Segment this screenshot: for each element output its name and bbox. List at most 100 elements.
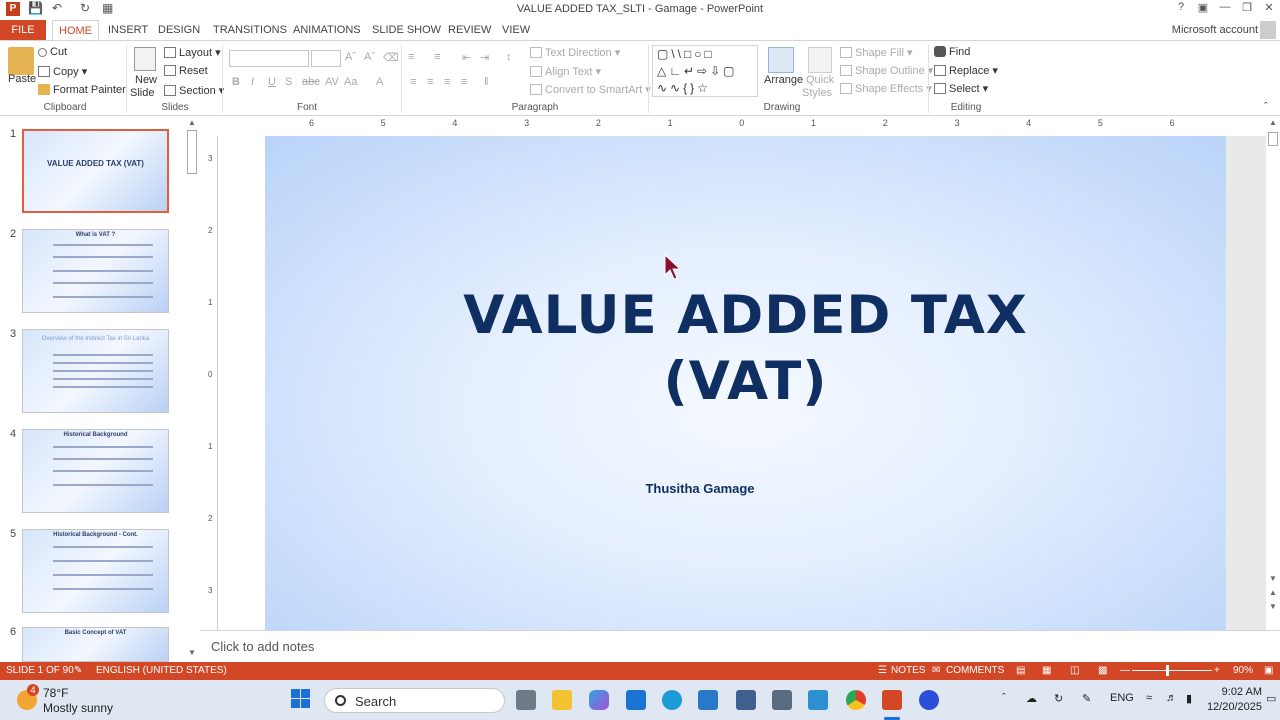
layout-button[interactable]: Layout ▾ xyxy=(164,46,221,59)
line-spacing-icon[interactable]: ↕ xyxy=(506,51,512,63)
tab-view[interactable]: VIEW xyxy=(496,20,536,40)
shape-effects-button[interactable]: Shape Effects ▾ xyxy=(840,82,932,95)
scroll-down-icon[interactable]: ▼ xyxy=(1269,574,1277,583)
justify-icon[interactable]: ≡ xyxy=(461,76,467,88)
weather-description[interactable]: Mostly sunny xyxy=(43,701,113,715)
next-slide-icon[interactable]: ▼ xyxy=(1269,602,1277,611)
columns-icon[interactable]: ‖ xyxy=(484,76,489,88)
slide-thumbnail-4[interactable]: Historical Background xyxy=(22,429,169,513)
format-painter-button[interactable]: Format Painter xyxy=(38,84,126,96)
quick-styles-button[interactable]: Quick xyxy=(806,74,834,86)
zoom-out-icon[interactable]: — xyxy=(1120,665,1130,676)
slide-thumbnail-2[interactable]: What is VAT ? xyxy=(22,229,169,313)
sync-icon[interactable]: ↻ xyxy=(1054,692,1063,705)
reset-button[interactable]: Reset xyxy=(164,65,208,77)
paste-button[interactable]: Paste xyxy=(8,73,36,85)
font-name-input[interactable] xyxy=(229,50,309,67)
shapes-gallery[interactable]: ▢\\□○□ △∟↵⇨⇩▢ ∿∿{}☆ xyxy=(652,45,758,97)
ribbon-display-options-icon[interactable]: ▣ xyxy=(1192,1,1214,14)
shape-fill-button[interactable]: Shape Fill ▾ xyxy=(840,46,913,59)
tab-slide-show[interactable]: SLIDE SHOW xyxy=(366,20,447,40)
find-button[interactable]: Find xyxy=(934,46,970,58)
numbering-icon[interactable]: ≡ xyxy=(434,51,440,63)
start-icon[interactable] xyxy=(291,689,311,709)
tab-transitions[interactable]: TRANSITIONS xyxy=(207,20,293,40)
weather-temperature[interactable]: 78°F xyxy=(43,686,68,700)
notes-pane[interactable]: Click to add notes xyxy=(200,630,1280,662)
chrome-icon[interactable] xyxy=(846,690,866,710)
language-indicator[interactable]: ENG xyxy=(1110,692,1134,704)
copilot-icon[interactable] xyxy=(589,690,609,710)
align-center-icon[interactable]: ≡ xyxy=(427,76,433,88)
section-button[interactable]: Section ▾ xyxy=(164,84,224,97)
fit-to-window-icon[interactable]: ▣ xyxy=(1264,665,1273,676)
quick-styles-label[interactable]: Styles xyxy=(802,87,832,99)
cut-button[interactable]: Cut xyxy=(38,46,67,58)
bullets-icon[interactable]: ≡ xyxy=(408,51,414,63)
clock[interactable]: 9:02 AM 12/20/2025 xyxy=(1207,685,1262,715)
edge-icon[interactable] xyxy=(662,690,682,710)
font-grow-icon[interactable]: Aˆ xyxy=(345,51,356,63)
slide-thumbnail-6[interactable]: Basic Concept of VAT xyxy=(22,627,169,662)
file-explorer-icon[interactable] xyxy=(552,690,572,710)
notes-icon[interactable]: ☰ xyxy=(878,665,887,676)
avatar[interactable] xyxy=(1260,21,1276,39)
character-spacing-icon[interactable]: AV xyxy=(325,76,339,88)
restore-button[interactable]: ❐ xyxy=(1236,1,1258,14)
clear-formatting-icon[interactable]: ⌫ xyxy=(383,51,399,64)
select-button[interactable]: Select ▾ xyxy=(934,82,988,95)
tab-review[interactable]: REVIEW xyxy=(442,20,497,40)
paste-icon[interactable] xyxy=(8,47,34,75)
tab-animations[interactable]: ANIMATIONS xyxy=(287,20,367,40)
wifi-icon[interactable]: ≈ xyxy=(1146,692,1152,704)
align-right-icon[interactable]: ≡ xyxy=(444,76,450,88)
volume-icon[interactable]: ♬ xyxy=(1166,692,1177,704)
arrange-icon[interactable] xyxy=(768,47,794,73)
italic-icon[interactable]: I xyxy=(251,76,254,88)
show-hidden-icons-icon[interactable]: ˆ xyxy=(1002,692,1006,704)
slide-show-icon[interactable]: ▩ xyxy=(1098,665,1107,676)
taskbar-search[interactable]: Search xyxy=(324,688,505,713)
powerpoint-taskbar-icon[interactable] xyxy=(882,690,902,710)
slide-author[interactable]: Thusitha Gamage xyxy=(265,481,1135,496)
scroll-thumb[interactable] xyxy=(187,130,197,174)
scroll-up-icon[interactable]: ▲ xyxy=(188,118,196,127)
shape-outline-button[interactable]: Shape Outline ▾ xyxy=(840,64,933,77)
spell-check-icon[interactable]: ✎ xyxy=(74,665,82,676)
copy-button[interactable]: Copy ▾ xyxy=(38,65,87,78)
scroll-thumb[interactable] xyxy=(1268,132,1278,146)
align-left-icon[interactable]: ≡ xyxy=(410,76,416,88)
slide-scrollbar[interactable]: ▲ ▼ ▲ ▼ xyxy=(1266,116,1280,630)
arrange-button[interactable]: Arrange xyxy=(764,74,803,86)
new-slide-button[interactable]: New xyxy=(135,74,157,86)
slide-title[interactable]: VALUE ADDED TAX (VAT) xyxy=(265,283,1226,415)
zoom-in-icon[interactable]: + xyxy=(1214,665,1220,676)
help-button[interactable]: ? xyxy=(1170,1,1192,13)
minimize-button[interactable]: — xyxy=(1214,1,1236,13)
slide-sorter-icon[interactable]: ▦ xyxy=(1042,665,1051,676)
account-link[interactable]: Microsoft account xyxy=(1172,20,1258,40)
scroll-up-icon[interactable]: ▲ xyxy=(1269,118,1277,127)
change-case-icon[interactable]: Aa xyxy=(344,76,357,88)
tab-home[interactable]: HOME xyxy=(52,20,99,40)
text-direction-button[interactable]: Text Direction ▾ xyxy=(530,46,620,59)
font-size-input[interactable] xyxy=(311,50,341,67)
battery-icon[interactable]: ▮ xyxy=(1186,692,1192,705)
decrease-indent-icon[interactable]: ⇤ xyxy=(462,51,471,64)
convert-smartart-button[interactable]: Convert to SmartArt ▾ xyxy=(530,83,651,96)
notes-placeholder[interactable]: Click to add notes xyxy=(211,639,314,654)
tab-insert[interactable]: INSERT xyxy=(102,20,154,40)
app-icon-3[interactable] xyxy=(808,690,828,710)
scroll-down-icon[interactable]: ▼ xyxy=(188,648,196,657)
font-color-icon[interactable]: A xyxy=(376,76,383,88)
notes-button[interactable]: NOTES xyxy=(891,665,925,676)
normal-view-icon[interactable]: ▤ xyxy=(1016,665,1025,676)
quick-styles-icon[interactable] xyxy=(808,47,832,73)
zoom-slider-thumb[interactable] xyxy=(1166,665,1169,676)
reading-view-icon[interactable]: ◫ xyxy=(1070,665,1079,676)
close-button[interactable]: ✕ xyxy=(1258,1,1280,14)
thumbnail-scrollbar[interactable]: ▲ ▼ xyxy=(186,118,200,658)
app-icon-4[interactable] xyxy=(919,690,939,710)
increase-indent-icon[interactable]: ⇥ xyxy=(480,51,489,64)
store-icon[interactable] xyxy=(736,690,756,710)
